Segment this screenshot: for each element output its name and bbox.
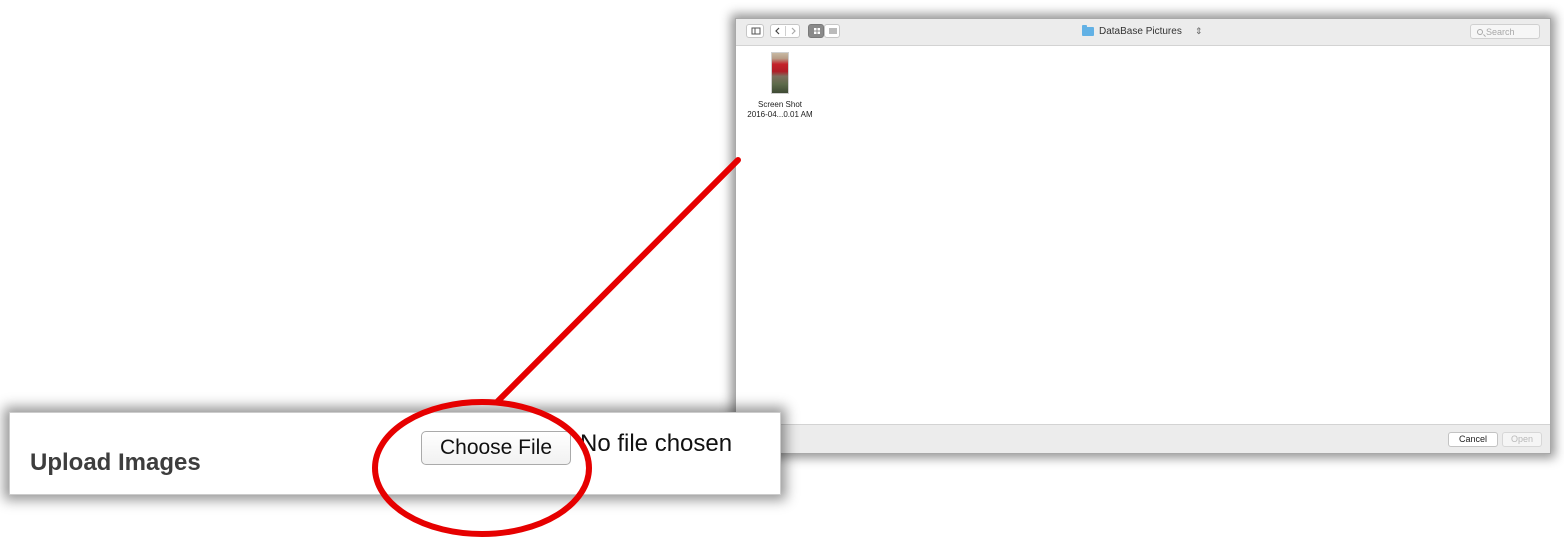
cancel-button[interactable]: Cancel xyxy=(1448,432,1498,447)
sidebar-toggle-icon xyxy=(751,27,761,35)
chevron-left-icon xyxy=(775,27,780,35)
file-thumbnail xyxy=(771,52,789,94)
grid-view-button[interactable] xyxy=(808,24,824,38)
search-icon xyxy=(1477,28,1483,35)
list-view-button[interactable] xyxy=(824,24,840,38)
file-browser-area: Screen Shot 2016-04...0.01 AM xyxy=(736,46,1550,424)
search-placeholder: Search xyxy=(1486,26,1515,37)
upload-images-label: Upload Images xyxy=(30,449,201,476)
search-field[interactable]: Search xyxy=(1470,24,1540,39)
file-status-text: No file chosen xyxy=(580,430,733,457)
updown-arrows-icon: ⇕ xyxy=(1195,26,1203,36)
location-popup[interactable]: DataBase Pictures ⇕ xyxy=(1082,24,1206,39)
dialog-footer: Cancel Open xyxy=(736,424,1550,453)
location-label: DataBase Pictures xyxy=(1099,26,1182,37)
back-button[interactable] xyxy=(771,25,785,37)
choose-file-button[interactable]: Choose File xyxy=(421,431,571,465)
list-view-icon xyxy=(829,28,837,34)
open-file-dialog: DataBase Pictures ⇕ Search Screen Shot 2… xyxy=(735,18,1551,454)
file-name-line1: Screen Shot xyxy=(757,100,803,109)
callout-line xyxy=(494,157,741,405)
open-button[interactable]: Open xyxy=(1502,432,1542,447)
chevron-right-icon xyxy=(791,27,796,35)
forward-button[interactable] xyxy=(786,25,800,37)
grid-view-icon xyxy=(814,28,820,34)
file-item[interactable]: Screen Shot 2016-04...0.01 AM xyxy=(736,52,824,120)
sidebar-toggle-button[interactable] xyxy=(746,24,764,38)
dialog-toolbar: DataBase Pictures ⇕ Search xyxy=(736,19,1550,46)
file-name-line2: 2016-04...0.01 AM xyxy=(747,110,813,119)
folder-icon xyxy=(1082,25,1094,36)
upload-form-row: Upload Images Choose File No file chosen xyxy=(9,412,781,495)
nav-button-group xyxy=(770,24,800,38)
